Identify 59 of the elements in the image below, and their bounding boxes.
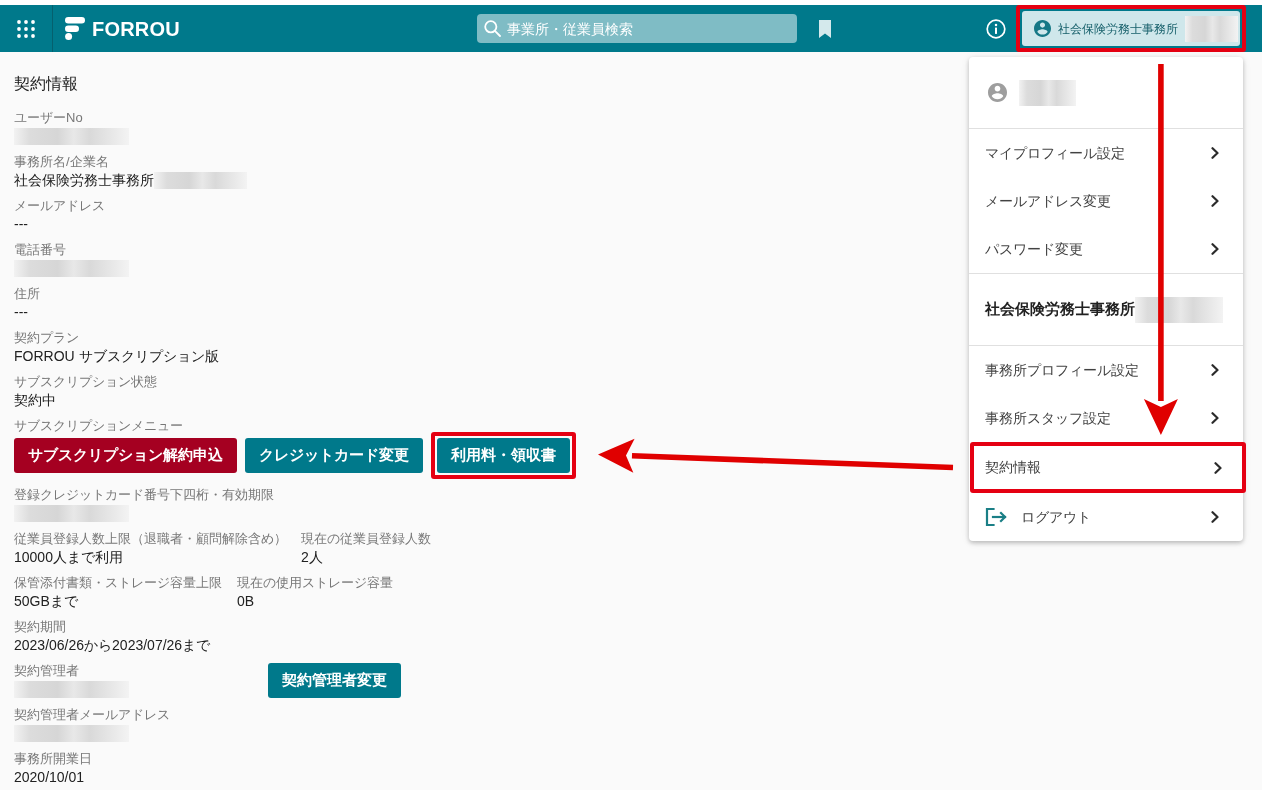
logout-icon bbox=[985, 507, 1007, 527]
field-value: 社会保険労務士事務所 bbox=[14, 171, 154, 190]
info-icon[interactable] bbox=[986, 18, 1006, 39]
menu-item[interactable]: マイプロフィール設定 bbox=[969, 129, 1243, 177]
field-value: 契約中 bbox=[14, 391, 56, 410]
field-label: ユーザーNo bbox=[14, 109, 83, 126]
logo-mark-icon bbox=[65, 17, 85, 40]
field-label: 契約プラン bbox=[14, 329, 79, 346]
organization-name: 社会保険労務士事務所 bbox=[985, 299, 1135, 320]
field-label: 電話番号 bbox=[14, 241, 66, 258]
field-value: 2020/10/01 bbox=[14, 768, 85, 787]
field-label: 住所 bbox=[14, 285, 40, 302]
field-label: サブスクリプションメニュー bbox=[14, 417, 183, 434]
field-label: サブスクリプション状態 bbox=[14, 373, 157, 390]
chevron-right-icon bbox=[1211, 195, 1219, 207]
field-label: 契約管理者 bbox=[14, 662, 79, 679]
search-field[interactable]: 事業所・従業員検索 bbox=[477, 14, 797, 43]
chevron-right-icon bbox=[1211, 511, 1219, 523]
field-label: 保管添付書類・ストレージ容量上限 bbox=[14, 574, 222, 591]
field-label: 契約期間 bbox=[14, 618, 66, 635]
field-value: 50GBまで bbox=[14, 592, 78, 611]
field-label: 従業員登録人数上限（退職者・顧問解除含め） bbox=[14, 530, 287, 547]
field-value: --- bbox=[14, 303, 28, 322]
action-button[interactable]: クレジットカード変更 bbox=[245, 438, 423, 473]
field-label: 事務所開業日 bbox=[14, 750, 92, 767]
field-label: 現在の従業員登録人数 bbox=[301, 530, 431, 547]
user-avatar-icon bbox=[988, 83, 1007, 102]
field-label: 現在の使用ストレージ容量 bbox=[237, 574, 393, 591]
user-avatar-icon bbox=[1034, 20, 1051, 37]
chevron-right-icon bbox=[1211, 147, 1219, 159]
field-label: 契約管理者メールアドレス bbox=[14, 706, 170, 723]
user-menu-button[interactable]: 社会保険労務士事務所 bbox=[1022, 11, 1240, 46]
chevron-right-icon bbox=[1214, 461, 1222, 474]
chevron-right-icon bbox=[1211, 243, 1219, 255]
action-button[interactable]: 利用料・領収書 bbox=[437, 438, 570, 473]
field-label: メールアドレス bbox=[14, 197, 105, 214]
menu-item[interactable]: 事務所プロフィール設定 bbox=[969, 346, 1243, 394]
grid-menu-icon[interactable] bbox=[17, 19, 35, 38]
page-title: 契約情報 bbox=[14, 74, 78, 94]
action-button[interactable]: サブスクリプション解約申込 bbox=[14, 438, 237, 473]
action-button[interactable]: 契約管理者変更 bbox=[268, 663, 401, 698]
field-label: 登録クレジットカード番号下四桁・有効期限 bbox=[14, 486, 274, 503]
logo-text: FORROU bbox=[92, 18, 180, 39]
menu-item[interactable]: メールアドレス変更 bbox=[969, 177, 1243, 225]
menu-item[interactable]: 事務所スタッフ設定 bbox=[969, 394, 1243, 442]
menu-item[interactable]: パスワード変更 bbox=[969, 225, 1243, 273]
bookmark-icon[interactable] bbox=[818, 18, 832, 39]
field-value: 10000人まで利用 bbox=[14, 548, 123, 567]
field-label: 事務所名/企業名 bbox=[14, 153, 109, 170]
field-value: 0B bbox=[237, 592, 255, 611]
field-value: 2人 bbox=[301, 548, 323, 567]
chevron-right-icon bbox=[1211, 412, 1219, 424]
field-value: 2023/06/26から2023/07/26まで bbox=[14, 636, 211, 655]
chevron-right-icon bbox=[1211, 364, 1219, 376]
field-value: FORROU サブスクリプション版 bbox=[14, 347, 219, 366]
menu-item[interactable]: ログアウト bbox=[969, 493, 1243, 541]
menu-item[interactable]: 契約情報 bbox=[974, 446, 1242, 489]
search-icon bbox=[484, 20, 501, 37]
field-value: --- bbox=[14, 215, 28, 234]
